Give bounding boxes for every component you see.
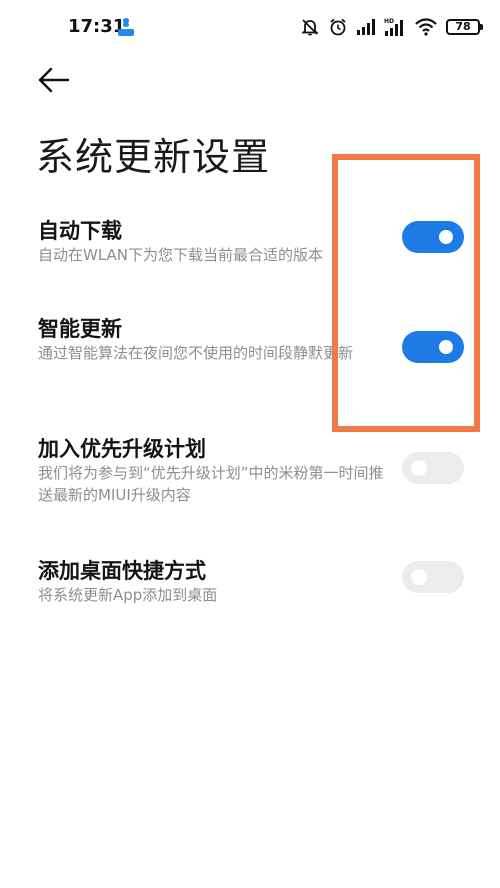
desktop-shortcut-toggle[interactable] — [402, 561, 464, 593]
toggle-knob — [439, 230, 453, 244]
setting-title: 加入优先升级计划 — [38, 437, 206, 461]
setting-description: 自动在WLAN下为您下载当前最合适的版本 — [38, 246, 324, 264]
setting-smart-update[interactable]: 智能更新 通过智能算法在夜间您不使用的时间段静默更新 — [0, 310, 500, 390]
toggle-knob — [439, 340, 453, 354]
setting-title: 智能更新 — [38, 317, 122, 341]
alarm-icon — [328, 17, 348, 37]
toggle-knob — [411, 569, 427, 585]
svg-text:HD: HD — [384, 18, 394, 25]
signal-hd-icon: HD — [384, 17, 406, 37]
setting-description: 将系统更新App添加到桌面 — [38, 586, 218, 604]
setting-desktop-shortcut[interactable]: 添加桌面快捷方式 将系统更新App添加到桌面 — [0, 552, 500, 612]
highlight-annotation — [332, 154, 480, 432]
setting-description: 通过智能算法在夜间您不使用的时间段静默更新 — [38, 344, 354, 362]
signal-icon — [356, 18, 376, 36]
setting-priority-upgrade[interactable]: 加入优先升级计划 我们将为参与到“优先升级计划”中的米粉第一时间推送最新的MIU… — [0, 430, 500, 510]
mute-icon — [300, 17, 320, 37]
status-bar: 17:31 HD 78 — [0, 0, 500, 56]
setting-description: 我们将为参与到“优先升级计划”中的米粉第一时间推送最新的MIUI升级内容 — [38, 464, 384, 504]
priority-upgrade-toggle[interactable] — [402, 452, 464, 484]
wifi-icon — [414, 18, 438, 36]
battery-icon: 78 — [446, 19, 483, 35]
page-title: 系统更新设置 — [36, 135, 271, 179]
smart-update-toggle[interactable] — [402, 331, 464, 363]
setting-auto-download[interactable]: 自动下载 自动在WLAN下为您下载当前最合适的版本 — [0, 212, 500, 284]
setting-title: 自动下载 — [38, 219, 122, 243]
app-notification-icon — [116, 16, 136, 38]
back-button[interactable] — [34, 62, 78, 102]
back-arrow-icon — [38, 67, 70, 93]
auto-download-toggle[interactable] — [402, 221, 464, 253]
status-icons: HD 78 — [300, 14, 483, 40]
setting-title: 添加桌面快捷方式 — [38, 559, 206, 583]
toggle-knob — [411, 460, 427, 476]
